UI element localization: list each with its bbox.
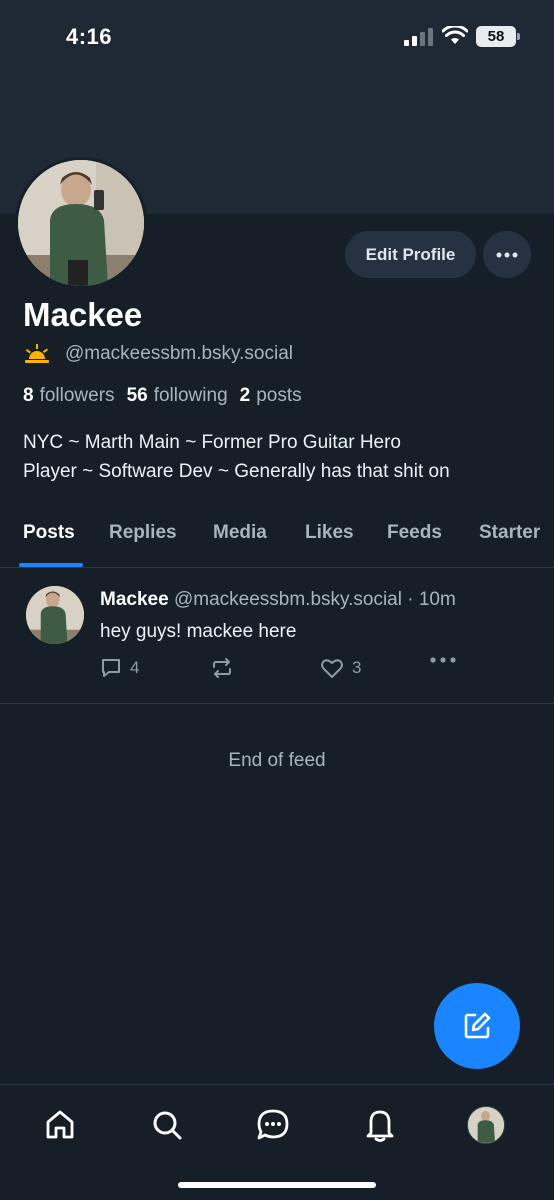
posts-count: 2	[239, 385, 251, 406]
post-author[interactable]: Mackee	[100, 589, 169, 610]
more-icon	[496, 252, 518, 257]
tab-feeds[interactable]: Feeds	[387, 522, 442, 544]
profile-handle[interactable]: @mackeessbm.bsky.social	[65, 343, 293, 365]
nav-avatar-image	[468, 1107, 504, 1143]
home-icon	[46, 1110, 74, 1139]
post-avatar[interactable]	[26, 586, 84, 644]
compose-icon	[464, 1012, 491, 1039]
nav-search[interactable]	[147, 1105, 187, 1145]
followers-link[interactable]: 8 followers	[23, 385, 115, 407]
cellular-signal-icon	[404, 28, 433, 46]
followers-count: 8	[23, 385, 34, 406]
reply-icon	[102, 659, 120, 677]
like-icon	[321, 659, 343, 678]
handle-row: @mackeessbm.bsky.social	[23, 343, 293, 365]
feed-post[interactable]: Mackee @mackeessbm.bsky.social · 10m hey…	[0, 569, 554, 704]
profile-bio: NYC ~ Marth Main ~ Former Pro Guitar Her…	[23, 428, 543, 486]
reply-button[interactable]: 4	[100, 657, 139, 679]
profile-stats: 8 followers 56 following 2 posts	[23, 385, 314, 407]
following-label: following	[153, 385, 228, 406]
like-button[interactable]: 3	[320, 657, 361, 679]
more-icon	[430, 657, 456, 663]
post-time: · 10m	[407, 589, 456, 610]
reply-count: 4	[130, 658, 140, 677]
wifi-icon	[442, 26, 468, 44]
profile-tabs: Posts Replies Media Likes Feeds Starter	[0, 508, 554, 568]
following-link[interactable]: 56 following	[127, 385, 228, 407]
repost-button[interactable]	[210, 657, 242, 679]
edit-profile-button[interactable]: Edit Profile	[345, 231, 476, 278]
tab-posts[interactable]: Posts	[23, 522, 75, 544]
post-more-button[interactable]	[430, 657, 464, 663]
posts-stat: 2 posts	[240, 385, 302, 407]
battery-indicator: 58	[476, 26, 520, 47]
like-count: 3	[352, 658, 362, 677]
display-name: Mackee	[23, 296, 143, 333]
search-icon	[153, 1111, 182, 1140]
status-bar: 4:16 58	[0, 0, 554, 70]
tab-likes[interactable]: Likes	[305, 522, 354, 544]
tab-starter[interactable]: Starter	[479, 522, 540, 544]
tab-media[interactable]: Media	[213, 522, 267, 544]
nav-notifications[interactable]	[360, 1105, 400, 1145]
post-actions: 4 3	[100, 657, 470, 683]
end-of-feed: End of feed	[228, 750, 326, 771]
profile-avatar[interactable]	[15, 157, 147, 289]
nav-chat[interactable]	[253, 1105, 293, 1145]
bio-line: Player ~ Software Dev ~ Generally has th…	[23, 461, 450, 482]
bell-icon	[366, 1110, 394, 1142]
chat-icon	[257, 1109, 289, 1140]
compose-button[interactable]	[434, 983, 520, 1069]
active-tab-indicator	[19, 563, 83, 567]
following-count: 56	[126, 385, 148, 406]
nav-profile[interactable]	[466, 1105, 506, 1145]
tab-replies[interactable]: Replies	[109, 522, 177, 544]
post-header: Mackee @mackeessbm.bsky.social · 10m	[100, 589, 456, 611]
bio-line: NYC ~ Marth Main ~ Former Pro Guitar Her…	[23, 432, 401, 453]
repost-icon	[213, 658, 231, 678]
nav-avatar	[467, 1106, 505, 1144]
status-time: 4:16	[66, 24, 113, 49]
nav-home[interactable]	[40, 1105, 80, 1145]
sunrise-emoji-icon	[25, 344, 49, 363]
posts-label: posts	[256, 385, 302, 406]
profile-more-button[interactable]	[483, 231, 531, 278]
followers-label: followers	[39, 385, 115, 406]
post-handle[interactable]: @mackeessbm.bsky.social	[174, 589, 402, 610]
avatar-photo	[18, 160, 144, 286]
avatar-image	[18, 160, 144, 286]
post-avatar-image	[26, 586, 84, 644]
home-indicator[interactable]	[178, 1182, 376, 1188]
post-text: hey guys! mackee here	[100, 621, 297, 642]
